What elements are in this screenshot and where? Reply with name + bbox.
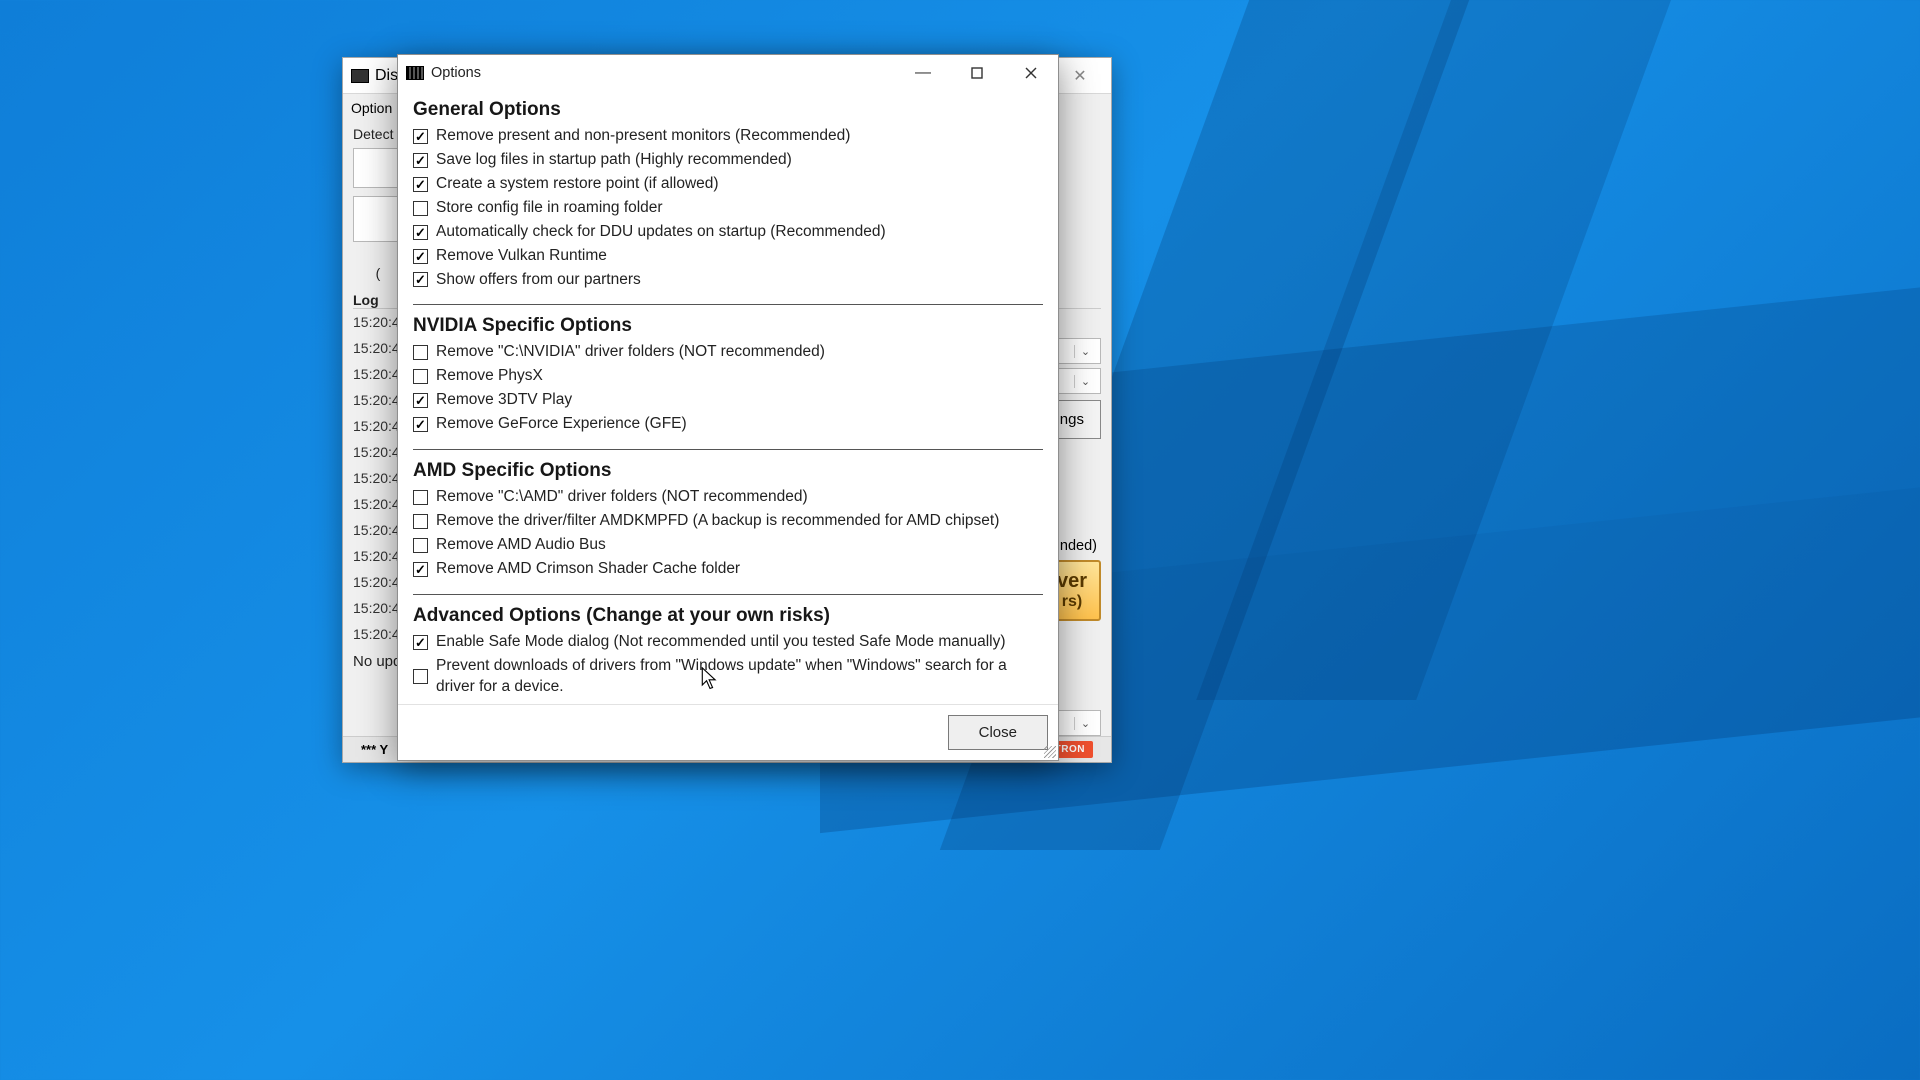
chevron-down-icon: ⌄ [1074,375,1096,388]
option-row[interactable]: Remove Vulkan Runtime [413,246,1043,267]
close-icon [1025,67,1037,79]
ddu-app-icon [351,69,369,83]
option-row[interactable]: Remove present and non-present monitors … [413,126,1043,147]
detect-box [353,148,403,188]
checkbox[interactable] [413,635,428,650]
options-titlebar[interactable]: Options — [398,55,1058,91]
resize-grip[interactable] [1044,746,1056,758]
option-row[interactable]: Remove "C:\AMD" driver folders (NOT reco… [413,487,1043,508]
checkbox[interactable] [413,272,428,287]
chevron-down-icon: ⌄ [1074,345,1096,358]
checkbox[interactable] [413,562,428,577]
option-label: Remove "C:\NVIDIA" driver folders (NOT r… [436,342,825,363]
option-row[interactable]: Save log files in startup path (Highly r… [413,150,1043,171]
checkbox[interactable] [413,345,428,360]
option-label: Save log files in startup path (Highly r… [436,150,792,171]
option-label: Remove present and non-present monitors … [436,126,850,147]
option-label: Automatically check for DDU updates on s… [436,222,886,243]
minimize-button[interactable]: — [896,58,950,88]
option-row[interactable]: Store config file in roaming folder [413,198,1043,219]
checkbox[interactable] [413,417,428,432]
option-label: Remove PhysX [436,366,543,387]
option-label: Store config file in roaming folder [436,198,663,219]
maximize-button[interactable] [950,58,1004,88]
checkbox[interactable] [413,393,428,408]
option-row[interactable]: Create a system restore point (if allowe… [413,174,1043,195]
checkbox[interactable] [413,369,428,384]
checkbox[interactable] [413,153,428,168]
maximize-icon [971,67,983,79]
option-row[interactable]: Remove "C:\NVIDIA" driver folders (NOT r… [413,342,1043,363]
option-label: Remove AMD Audio Bus [436,535,606,556]
option-label: Remove the driver/filter AMDKMPFD (A bac… [436,511,999,532]
paren-label: ( [353,250,403,296]
checkbox[interactable] [413,514,428,529]
section-heading: AMD Specific Options [413,460,1043,482]
recommended-fragment: nded) [1060,538,1097,554]
option-label: Remove 3DTV Play [436,390,572,411]
close-button[interactable] [1004,58,1058,88]
version-box [353,196,403,242]
divider [413,594,1043,595]
option-row[interactable]: Prevent downloads of drivers from "Windo… [413,656,1043,698]
option-row[interactable]: Show offers from our partners [413,270,1043,291]
option-label: Remove GeForce Experience (GFE) [436,414,687,435]
checkbox[interactable] [413,490,428,505]
checkbox[interactable] [413,129,428,144]
option-row[interactable]: Remove 3DTV Play [413,390,1043,411]
section-heading: Advanced Options (Change at your own ris… [413,605,1043,627]
checkbox[interactable] [413,225,428,240]
option-label: Remove AMD Crimson Shader Cache folder [436,559,740,580]
option-label: Prevent downloads of drivers from "Windo… [436,656,1043,698]
option-row[interactable]: Remove the driver/filter AMDKMPFD (A bac… [413,511,1043,532]
chevron-down-icon: ⌄ [1074,717,1096,730]
options-dialog: Options — General Options Remove present … [397,54,1059,761]
checkbox[interactable] [413,201,428,216]
option-row[interactable]: Remove AMD Crimson Shader Cache folder [413,559,1043,580]
option-row[interactable]: Enable Safe Mode dialog (Not recommended… [413,632,1043,653]
checkbox[interactable] [413,669,428,684]
option-label: Enable Safe Mode dialog (Not recommended… [436,632,1006,653]
option-row[interactable]: Automatically check for DDU updates on s… [413,222,1043,243]
option-label: Show offers from our partners [436,270,641,291]
close-icon: ✕ [1057,61,1103,91]
option-row[interactable]: Remove PhysX [413,366,1043,387]
menu-item-options[interactable]: Option [351,100,392,116]
ddu-app-icon [406,66,424,80]
option-label: Remove Vulkan Runtime [436,246,607,267]
checkbox[interactable] [413,249,428,264]
minimize-icon: — [915,64,931,82]
option-label: Create a system restore point (if allowe… [436,174,719,195]
close-dialog-button[interactable]: Close [948,715,1048,750]
divider [413,449,1043,450]
status-text: *** Y [361,742,388,757]
option-row[interactable]: Remove GeForce Experience (GFE) [413,414,1043,435]
option-row[interactable]: Remove AMD Audio Bus [413,535,1043,556]
section-heading: NVIDIA Specific Options [413,315,1043,337]
checkbox[interactable] [413,177,428,192]
option-label: Remove "C:\AMD" driver folders (NOT reco… [436,487,808,508]
checkbox[interactable] [413,538,428,553]
section-heading: General Options [413,99,1043,121]
divider [413,304,1043,305]
dialog-title: Options [431,65,481,81]
